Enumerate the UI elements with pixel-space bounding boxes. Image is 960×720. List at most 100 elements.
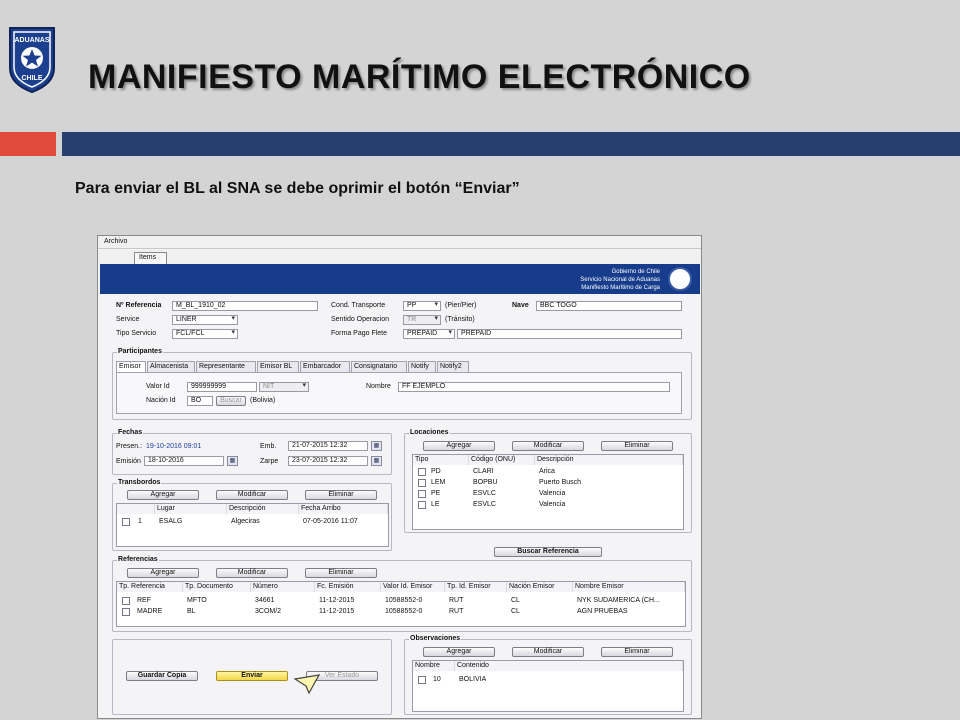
- buscar-button[interactable]: Buscar: [216, 396, 246, 406]
- observaciones-add-button[interactable]: Agregar: [423, 647, 495, 657]
- tab-notify2[interactable]: Notify2: [437, 361, 469, 372]
- table-cell: Valencia: [539, 501, 566, 508]
- col-header: Nombre: [413, 661, 455, 671]
- table-cell: NYK SUDAMERICA (CH...: [577, 597, 660, 604]
- guardar-copia-button[interactable]: Guardar Copia: [126, 671, 198, 681]
- nave-input[interactable]: BBC TOGO: [536, 301, 682, 311]
- nombre-input[interactable]: FF EJEMPLO: [398, 382, 670, 392]
- forma-pago-desc: PREPAID: [457, 329, 682, 339]
- observaciones-delete-button[interactable]: Eliminar: [601, 647, 673, 657]
- tab-representante[interactable]: Representante: [196, 361, 256, 372]
- table-cell: LE: [431, 501, 440, 508]
- locaciones-delete-button[interactable]: Eliminar: [601, 441, 673, 451]
- tab-strip: Items: [98, 250, 701, 264]
- calendar-icon[interactable]: ▦: [371, 456, 382, 466]
- government-banner: Gobierno de Chile Servicio Nacional de A…: [100, 264, 700, 294]
- transbordos-delete-button[interactable]: Eliminar: [305, 490, 377, 500]
- nacion-id-label: Nación Id: [146, 397, 176, 404]
- col-header: Número: [251, 582, 315, 592]
- emb-label: Emb.: [260, 443, 277, 450]
- slide-title: MANIFIESTO MARÍTIMO ELECTRÓNICO: [88, 58, 751, 96]
- tipo-servicio-select[interactable]: FCL/FCL: [172, 329, 238, 339]
- table-cell: MFTO: [187, 597, 207, 604]
- table-cell: CL: [511, 608, 520, 615]
- zarpe-input[interactable]: 23-07-2015 12:32: [288, 456, 368, 466]
- locaciones-add-button[interactable]: Agregar: [423, 441, 495, 451]
- fechas-title: Fechas: [117, 429, 144, 436]
- forma-pago-label: Forma Pago Flete: [331, 330, 388, 337]
- transbordos-table: Lugar Descripción Fecha Arribo 1 ESALG A…: [116, 503, 389, 547]
- enviar-button[interactable]: Enviar: [216, 671, 288, 681]
- table-cell: ESVLC: [473, 490, 496, 497]
- table-cell: 10588552-0: [385, 608, 423, 615]
- table-cell: CL: [511, 597, 520, 604]
- tab-emisor[interactable]: Emisor: [116, 361, 146, 372]
- tab-embarcador[interactable]: Embarcador: [300, 361, 350, 372]
- referencias-edit-button[interactable]: Modificar: [216, 568, 288, 578]
- row-checkbox[interactable]: [418, 490, 426, 498]
- forma-pago-select[interactable]: PREPAID: [403, 329, 455, 339]
- instruction-text: Para enviar el BL al SNA se debe oprimir…: [75, 180, 520, 197]
- pointer-arrow-icon: [293, 674, 321, 695]
- referencias-add-button[interactable]: Agregar: [127, 568, 199, 578]
- table-cell: AGN PRUEBAS: [577, 608, 628, 615]
- col-header: Código (ONU): [469, 455, 535, 465]
- tab-consignatario[interactable]: Consignatario: [351, 361, 407, 372]
- row-checkbox[interactable]: [418, 479, 426, 487]
- row-checkbox[interactable]: [418, 501, 426, 509]
- row-checkbox[interactable]: [122, 597, 130, 605]
- table-cell: BOLIVIA: [459, 676, 487, 683]
- menu-archivo[interactable]: Archivo: [104, 238, 127, 245]
- transbordos-add-button[interactable]: Agregar: [127, 490, 199, 500]
- buscar-referencia-button[interactable]: Buscar Referencia: [494, 547, 602, 557]
- row-checkbox[interactable]: [418, 468, 426, 476]
- locaciones-title: Locaciones: [409, 429, 450, 436]
- valor-id-input[interactable]: 999999999: [187, 382, 257, 392]
- referencias-title: Referencias: [117, 556, 159, 563]
- emision-label: Emisión: [116, 458, 141, 465]
- sentido-select[interactable]: TR: [403, 315, 441, 325]
- table-cell: Arica: [539, 468, 555, 475]
- table-cell: MADRE: [137, 608, 163, 615]
- row-checkbox[interactable]: [418, 676, 426, 684]
- cond-transporte-select[interactable]: PP: [403, 301, 441, 311]
- locaciones-table: Tipo Código (ONU) Descripción PD CLARI A…: [412, 454, 684, 530]
- table-cell: 07-05-2016 11:07: [303, 518, 358, 525]
- zarpe-label: Zarpe: [260, 458, 279, 465]
- nacion-id-input[interactable]: BO: [187, 396, 213, 406]
- referencias-delete-button[interactable]: Eliminar: [305, 568, 377, 578]
- tab-items[interactable]: Items: [134, 252, 167, 264]
- valor-id-label: Valor Id: [146, 383, 170, 390]
- table-cell: Puerto Busch: [539, 479, 582, 486]
- table-cell: 10588552-0: [385, 597, 423, 604]
- referencia-input[interactable]: M_BL_1910_02: [172, 301, 318, 311]
- svg-text:CHILE: CHILE: [22, 75, 43, 82]
- cond-transporte-label: Cond. Transporte: [331, 302, 386, 309]
- calendar-icon[interactable]: ▦: [371, 441, 382, 451]
- calendar-icon[interactable]: ▦: [227, 456, 238, 466]
- table-cell: 1: [138, 518, 142, 525]
- locaciones-edit-button[interactable]: Modificar: [512, 441, 584, 451]
- tab-almacenista[interactable]: Almacenista: [147, 361, 195, 372]
- table-cell: RUT: [449, 597, 464, 604]
- emision-input[interactable]: 18-10-2016: [144, 456, 224, 466]
- fechas-group: Fechas: [112, 429, 392, 475]
- emb-input[interactable]: 21-07-2015 12:32: [288, 441, 368, 451]
- col-header: Descripción: [535, 455, 683, 465]
- col-header: Valor Id. Emisor: [381, 582, 445, 592]
- nombre-label: Nombre: [366, 383, 391, 390]
- table-cell: RUT: [449, 608, 464, 615]
- table-cell: 11-12-2015: [319, 597, 355, 604]
- table-cell: Algeciras: [231, 518, 260, 525]
- table-cell: PD: [431, 468, 441, 475]
- col-header: Fecha Arribo: [299, 504, 388, 514]
- tab-emisor-bl[interactable]: Emisor BL: [257, 361, 299, 372]
- observaciones-edit-button[interactable]: Modificar: [512, 647, 584, 657]
- tab-notify[interactable]: Notify: [408, 361, 436, 372]
- table-cell: 10: [433, 676, 441, 683]
- service-select[interactable]: LINER: [172, 315, 238, 325]
- row-checkbox[interactable]: [122, 518, 130, 526]
- transbordos-edit-button[interactable]: Modificar: [216, 490, 288, 500]
- id-type-select[interactable]: NIT: [259, 382, 309, 392]
- row-checkbox[interactable]: [122, 608, 130, 616]
